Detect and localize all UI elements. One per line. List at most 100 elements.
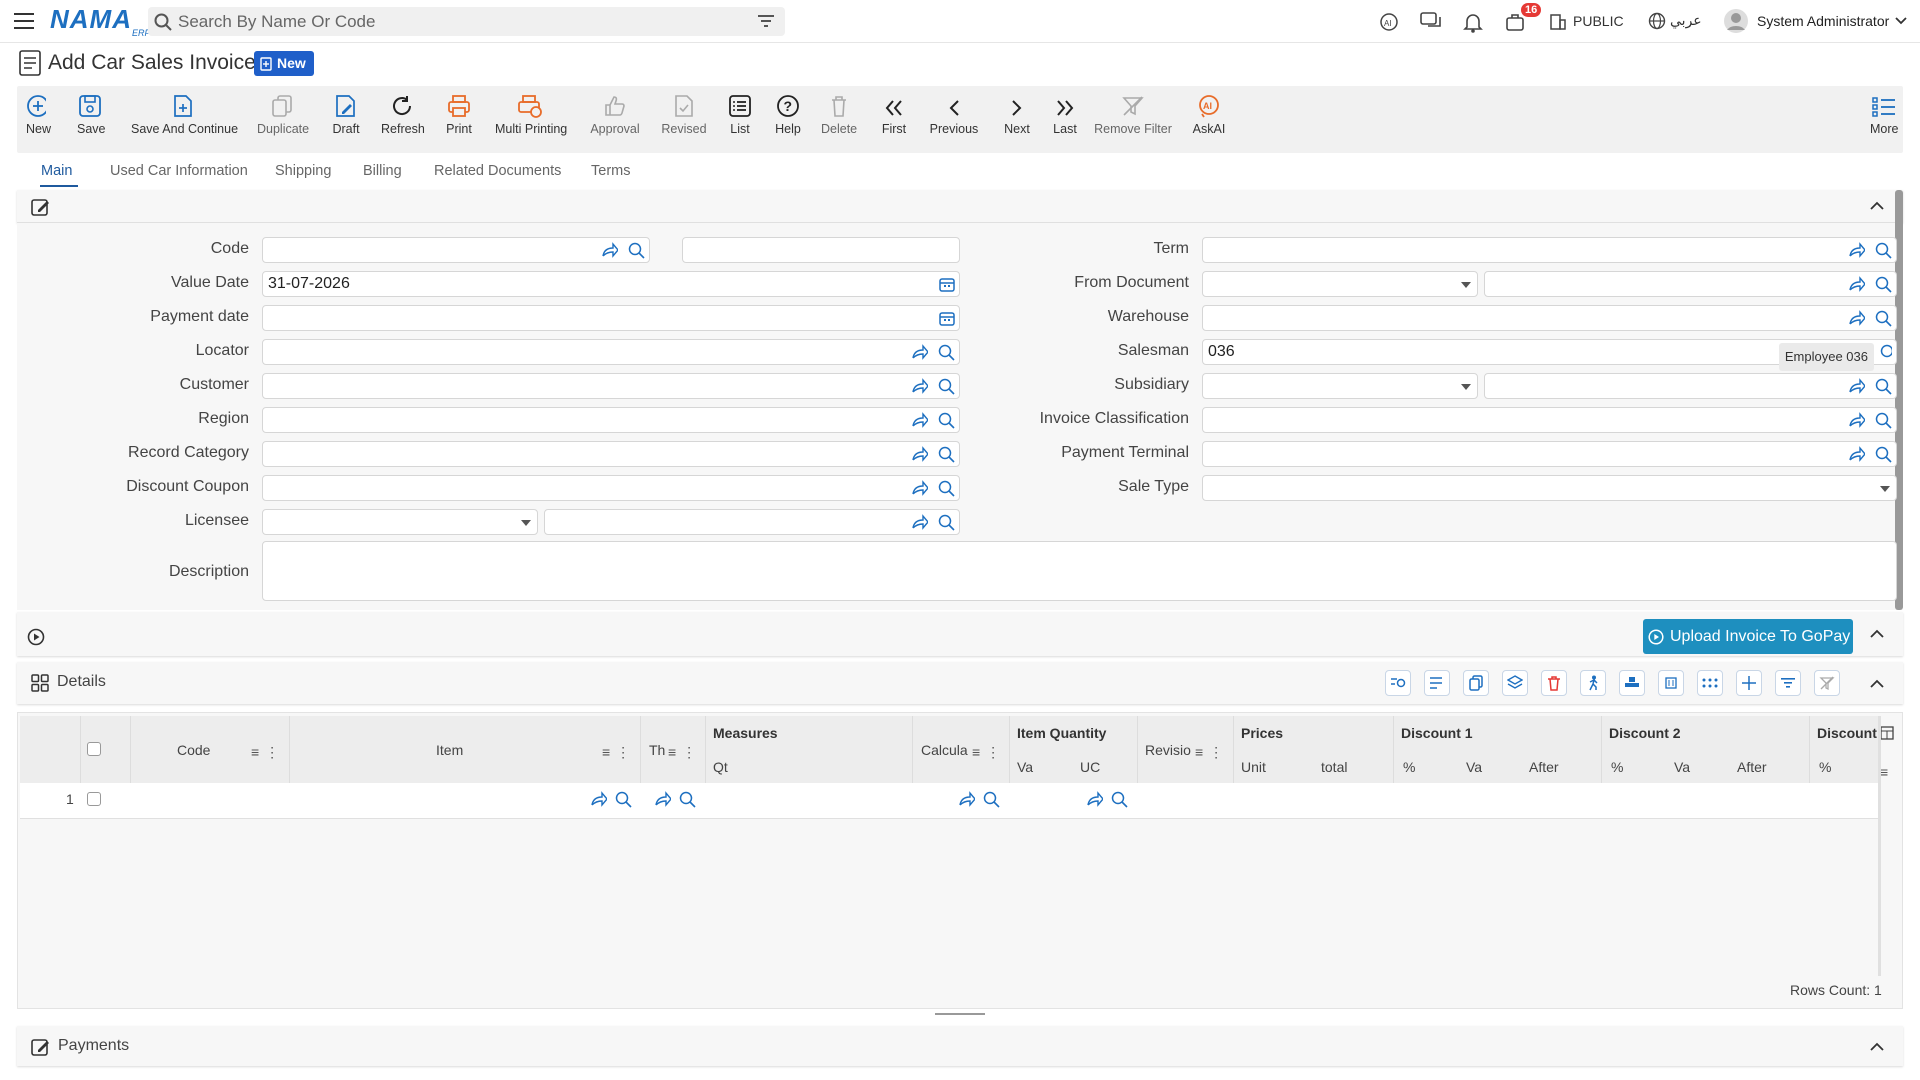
- draft-button[interactable]: Draft: [331, 86, 361, 153]
- search-input[interactable]: Search By Name Or Code: [148, 7, 785, 36]
- revised-button[interactable]: Revised: [661, 86, 707, 153]
- code-input[interactable]: [262, 237, 650, 263]
- th-column-menu-icon[interactable]: ≡⋮: [668, 744, 702, 761]
- col-uc[interactable]: UC: [1080, 759, 1100, 775]
- col-d1-after[interactable]: After: [1529, 759, 1559, 775]
- tab-billing[interactable]: Billing: [363, 163, 402, 179]
- col-calculation[interactable]: Calcula: [921, 742, 968, 758]
- customer-input[interactable]: [262, 373, 960, 399]
- payments-panel-header[interactable]: [17, 1026, 1903, 1066]
- chevron-up-icon[interactable]: [1870, 679, 1884, 689]
- multi-printing-button[interactable]: Multi Printing: [495, 86, 567, 153]
- next-button[interactable]: Next: [1002, 86, 1032, 153]
- resize-handle[interactable]: [935, 1013, 985, 1015]
- col-d1-va[interactable]: Va: [1466, 759, 1482, 775]
- from-document-select[interactable]: [1202, 271, 1478, 297]
- th-cell-actions[interactable]: [654, 791, 696, 808]
- chat-icon[interactable]: [1420, 12, 1444, 32]
- list-button[interactable]: List: [727, 86, 753, 153]
- tab-used-car-information[interactable]: Used Car Information: [110, 163, 248, 179]
- col-item[interactable]: Item: [436, 742, 463, 758]
- globe-icon[interactable]: [1648, 12, 1666, 30]
- calc-column-menu-icon[interactable]: ≡⋮: [972, 744, 1006, 761]
- uc-cell-actions[interactable]: [1086, 791, 1128, 808]
- value-date-input[interactable]: 31-07-2026: [262, 271, 960, 297]
- tab-main[interactable]: Main: [41, 163, 72, 179]
- delete-row-icon[interactable]: [1541, 670, 1567, 696]
- grid-search-icon[interactable]: [1385, 670, 1411, 696]
- print-button[interactable]: Print: [446, 86, 472, 153]
- play-circle-icon[interactable]: [27, 628, 45, 646]
- col-item-qty-va[interactable]: Va: [1017, 759, 1033, 775]
- subsidiary-name-input[interactable]: [1484, 373, 1897, 399]
- approval-button[interactable]: Approval: [590, 86, 640, 153]
- last-button[interactable]: Last: [1051, 86, 1079, 153]
- licensee-name-input[interactable]: [544, 509, 960, 535]
- columns-icon[interactable]: [1880, 726, 1894, 740]
- add-row-icon[interactable]: [1424, 670, 1450, 696]
- table-row[interactable]: [20, 783, 1881, 819]
- region-input[interactable]: [262, 407, 960, 433]
- user-name[interactable]: System Administrator: [1757, 13, 1889, 29]
- move-icon[interactable]: [1736, 670, 1762, 696]
- refresh-button[interactable]: Refresh: [381, 86, 425, 153]
- edit-icon[interactable]: [31, 197, 51, 217]
- payment-terminal-input[interactable]: [1202, 441, 1897, 467]
- bell-icon[interactable]: [1463, 12, 1483, 33]
- col-total[interactable]: total: [1321, 759, 1347, 775]
- payment-date-input[interactable]: [262, 305, 960, 331]
- salesman-input[interactable]: 036 Employee 036: [1202, 339, 1897, 371]
- remove-filter-button[interactable]: Remove Filter: [1094, 86, 1172, 153]
- delete-button[interactable]: Delete: [821, 86, 857, 153]
- revision-column-menu-icon[interactable]: ≡⋮: [1195, 744, 1229, 761]
- tab-shipping[interactable]: Shipping: [275, 163, 331, 179]
- col-qty[interactable]: Qt: [713, 759, 728, 775]
- record-category-input[interactable]: [262, 441, 960, 467]
- term-input[interactable]: [1202, 237, 1897, 263]
- description-textarea[interactable]: [262, 541, 1897, 601]
- item-cell-actions[interactable]: [590, 791, 632, 808]
- stamp-icon[interactable]: [1619, 670, 1645, 696]
- filter-icon[interactable]: [758, 15, 774, 27]
- code-column-menu-icon[interactable]: ≡⋮: [251, 744, 285, 761]
- chevron-down-icon[interactable]: [1895, 17, 1907, 25]
- locator-input[interactable]: [262, 339, 960, 365]
- save-and-continue-button[interactable]: Save And Continue: [131, 86, 238, 153]
- hamburger-menu-icon[interactable]: [14, 13, 34, 29]
- filter-icon[interactable]: [1775, 670, 1801, 696]
- calc-cell-actions[interactable]: [958, 791, 1000, 808]
- run-icon[interactable]: [1580, 670, 1606, 696]
- company-name[interactable]: PUBLIC: [1573, 13, 1624, 29]
- duplicate-button[interactable]: Duplicate: [257, 86, 309, 153]
- upload-to-gopay-button[interactable]: Upload Invoice To GoPay: [1643, 619, 1853, 654]
- help-button[interactable]: ? Help: [775, 86, 801, 153]
- dots-grid-icon[interactable]: [1697, 670, 1723, 696]
- tab-related-documents[interactable]: Related Documents: [434, 163, 561, 179]
- chevron-up-icon[interactable]: [1870, 1042, 1884, 1052]
- col-unit[interactable]: Unit: [1241, 759, 1266, 775]
- avatar[interactable]: [1723, 8, 1749, 34]
- from-document-number-input[interactable]: [1484, 271, 1897, 297]
- side-filter-icon[interactable]: ≡: [1880, 764, 1888, 780]
- col-d1-pct[interactable]: %: [1403, 759, 1415, 775]
- sale-type-select[interactable]: [1202, 475, 1897, 501]
- filter-off-icon[interactable]: [1814, 670, 1840, 696]
- barcode-icon[interactable]: [1658, 670, 1684, 696]
- col-revision[interactable]: Revisio: [1145, 742, 1191, 758]
- code-name-input[interactable]: [682, 237, 960, 263]
- save-button[interactable]: Save: [77, 86, 106, 153]
- col-d2-va[interactable]: Va: [1674, 759, 1690, 775]
- previous-button[interactable]: Previous: [929, 86, 979, 153]
- col-d2-pct[interactable]: %: [1611, 759, 1623, 775]
- chevron-up-icon[interactable]: [1870, 629, 1884, 639]
- row-checkbox[interactable]: [87, 792, 101, 806]
- askai-button[interactable]: AI AskAI: [1192, 86, 1226, 153]
- copy-row-icon[interactable]: [1463, 670, 1489, 696]
- item-column-menu-icon[interactable]: ≡⋮: [602, 744, 636, 761]
- col-code[interactable]: Code: [177, 742, 210, 758]
- language-switch[interactable]: عربي: [1670, 12, 1702, 29]
- col-d3-pct[interactable]: %: [1819, 759, 1831, 775]
- ai-assistant-icon[interactable]: AI: [1378, 12, 1400, 32]
- discount-coupon-input[interactable]: [262, 475, 960, 501]
- new-button[interactable]: New: [26, 86, 51, 153]
